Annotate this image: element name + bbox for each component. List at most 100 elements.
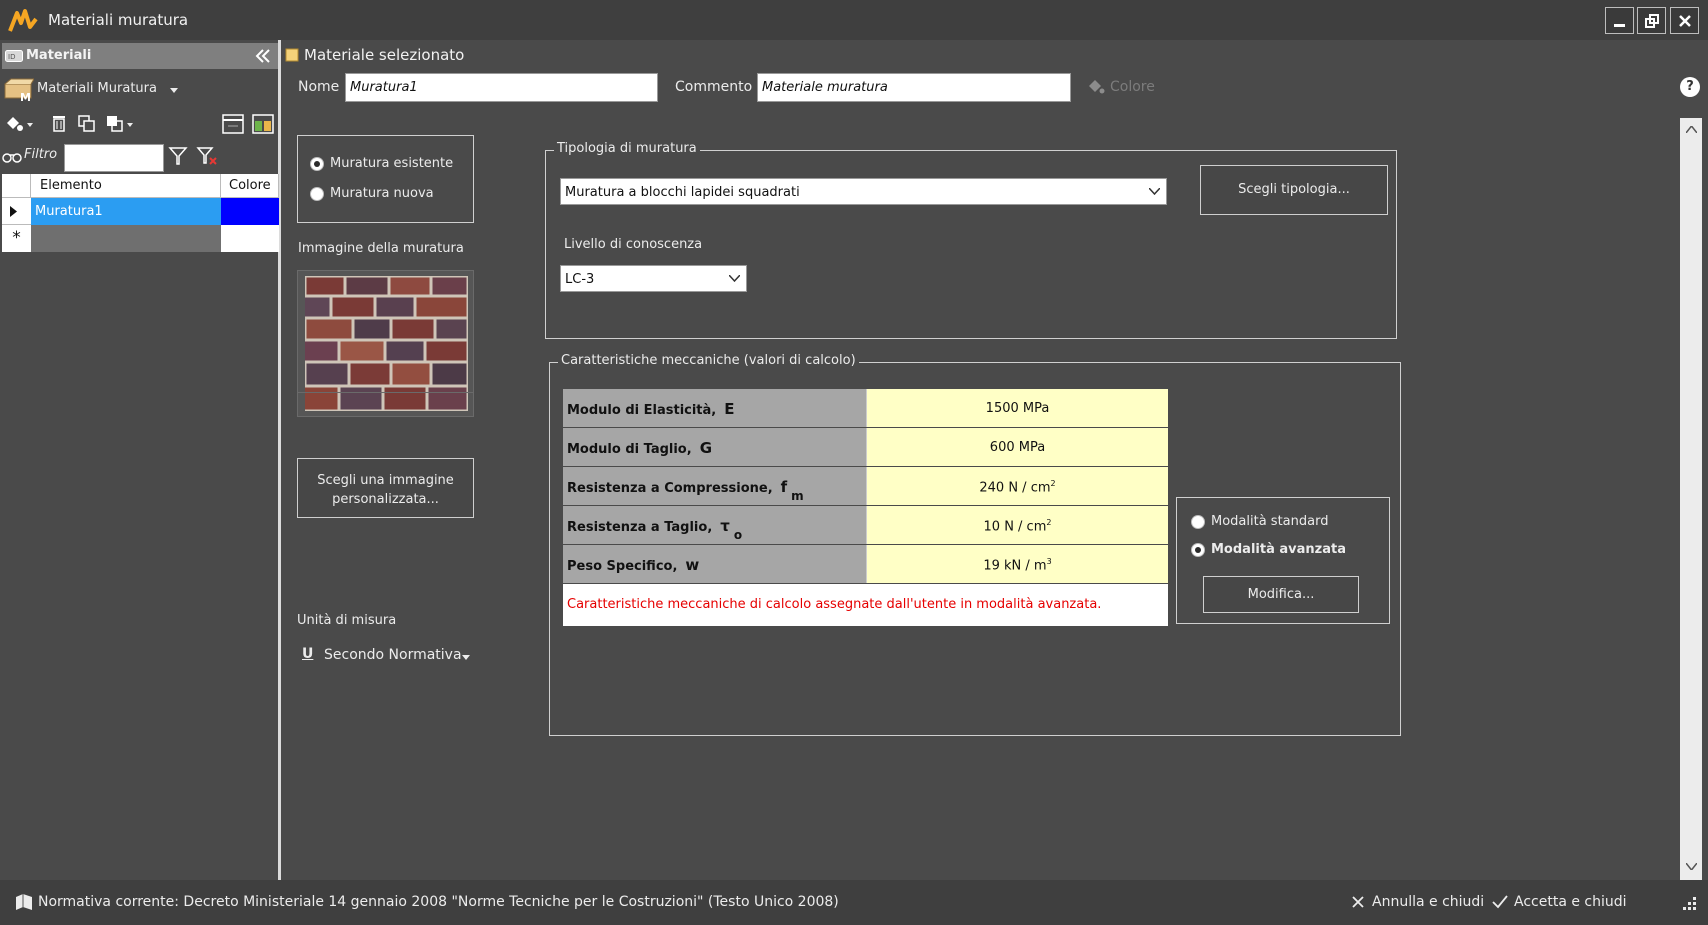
radio-modalita-standard[interactable] xyxy=(1191,515,1205,529)
vertical-scrollbar[interactable] xyxy=(1680,118,1702,880)
close-icon xyxy=(1679,15,1691,27)
filter-input[interactable] xyxy=(64,144,164,172)
property-value[interactable]: 600 MPa xyxy=(866,428,1168,466)
title-bar: Materiali muratura xyxy=(0,0,1708,40)
mechanical-group-title: Caratteristiche meccaniche (valori di ca… xyxy=(558,353,859,368)
accept-close-button[interactable]: Accetta e chiudi xyxy=(1490,892,1630,914)
binoculars-icon xyxy=(2,153,22,163)
paint-bucket-icon[interactable] xyxy=(4,114,34,134)
image-label: Immagine della muratura xyxy=(298,241,464,256)
units-value: Secondo Normativa xyxy=(324,647,462,663)
tipologia-group: Tipologia di muratura Muratura a blocchi… xyxy=(545,141,1397,339)
close-button[interactable] xyxy=(1670,7,1699,34)
paste-icon[interactable] xyxy=(106,115,136,133)
copy-icon[interactable] xyxy=(78,115,96,133)
units-selector[interactable]: U Secondo Normativa xyxy=(302,644,482,668)
knowledge-label: Livello di conoscenza xyxy=(564,237,703,252)
table-row: Peso Specifico, w 19 kN / m3 xyxy=(563,545,1168,584)
new-row-color[interactable] xyxy=(221,225,279,252)
chevron-down-icon xyxy=(729,275,740,282)
label-modalita-standard: Modalità standard xyxy=(1211,514,1329,529)
property-value[interactable]: 19 kN / m3 xyxy=(866,545,1168,583)
filter-icon[interactable] xyxy=(168,146,188,166)
svg-text:ID: ID xyxy=(8,53,15,61)
status-bar: Normativa corrente: Decreto Ministeriale… xyxy=(0,880,1708,925)
delete-icon[interactable] xyxy=(51,114,67,132)
materials-panel-header: ID Materiali xyxy=(2,43,278,69)
detail-view-icon[interactable] xyxy=(252,114,274,134)
minimize-button[interactable] xyxy=(1605,7,1634,34)
grid-view-icon[interactable] xyxy=(222,114,244,134)
units-icon: U xyxy=(302,646,314,662)
tipologia-selected: Muratura a blocchi lapidei squadrati xyxy=(565,185,800,200)
scroll-up-icon[interactable] xyxy=(1686,126,1697,133)
radio-muratura-nuova[interactable] xyxy=(310,187,324,201)
section-title: Materiale selezionato xyxy=(304,46,465,64)
property-name: Modulo di Elasticità, E xyxy=(563,389,866,427)
name-input[interactable]: Muratura1 xyxy=(345,73,658,102)
label-muratura-nuova: Muratura nuova xyxy=(330,186,434,201)
mechanical-table: Modulo di Elasticità, E 1500 MPa Modulo d… xyxy=(563,389,1168,626)
label-muratura-esistente: Muratura esistente xyxy=(330,156,454,171)
masonry-library-icon: M xyxy=(4,78,34,102)
table-row-color[interactable] xyxy=(221,198,279,225)
scroll-down-icon[interactable] xyxy=(1686,863,1697,870)
current-row-arrow-icon xyxy=(10,206,17,217)
cancel-close-button[interactable]: Annulla e chiudi xyxy=(1350,892,1488,914)
help-icon[interactable]: ? xyxy=(1680,77,1700,97)
table-row: Modulo di Elasticità, E 1500 MPa xyxy=(563,389,1168,428)
mechanical-note: Caratteristiche meccaniche di calcolo as… xyxy=(563,584,1168,626)
color-bucket-icon xyxy=(1089,80,1105,94)
materials-panel: ID Materiali M Materiali Muratura Filtro… xyxy=(0,40,281,880)
new-row-name[interactable] xyxy=(31,225,221,252)
chevron-down-icon xyxy=(170,88,178,93)
id-tag-icon: ID xyxy=(5,50,23,62)
masonry-image-frame xyxy=(297,270,474,417)
restore-icon xyxy=(1645,14,1659,28)
color-label[interactable]: Colore xyxy=(1110,79,1155,95)
table-row-name[interactable]: Muratura1 xyxy=(31,198,221,225)
restore-button[interactable] xyxy=(1637,7,1666,34)
property-name: Modulo di Taglio, G xyxy=(563,428,866,466)
units-label: Unità di misura xyxy=(297,613,397,628)
filter-label: Filtro xyxy=(24,147,58,162)
choose-tipologia-button[interactable]: Scegli tipologia... xyxy=(1200,165,1388,215)
close-icon xyxy=(1352,896,1364,908)
name-label: Nome xyxy=(298,79,340,95)
knowledge-dropdown[interactable]: LC-3 xyxy=(560,265,747,292)
resize-grip-icon[interactable] xyxy=(1680,896,1698,914)
label-modalita-avanzata: Modalità avanzata xyxy=(1211,542,1346,557)
property-value[interactable]: 10 N / cm2 xyxy=(866,506,1168,544)
book-icon xyxy=(16,894,32,910)
minimize-icon xyxy=(1614,24,1625,27)
new-row-marker[interactable]: * xyxy=(2,225,31,252)
property-name: Peso Specifico, w xyxy=(563,545,866,583)
column-header-colore[interactable]: Colore xyxy=(221,174,279,198)
tipologia-group-title: Tipologia di muratura xyxy=(554,141,700,156)
comment-label: Commento xyxy=(675,79,753,95)
table-row: Resistenza a Taglio, τ o 10 N / cm2 xyxy=(563,506,1168,545)
normativa-text: Normativa corrente: Decreto Ministeriale… xyxy=(38,894,839,910)
property-name: Resistenza a Compressione, f m xyxy=(563,467,866,505)
row-selector[interactable] xyxy=(2,198,31,225)
mode-group: Modalità standard Modalità avanzata Modi… xyxy=(1176,497,1390,624)
brick-texture-image xyxy=(305,276,468,411)
custom-image-button[interactable]: Scegli una immagine personalizzata... xyxy=(297,458,474,518)
svg-text:M: M xyxy=(20,91,31,102)
column-header-elemento[interactable]: Elemento xyxy=(31,174,221,198)
chevron-down-icon xyxy=(1149,188,1160,195)
materials-grid: Elemento Colore Muratura1 * xyxy=(2,174,279,292)
collapse-panel-icon[interactable] xyxy=(254,47,272,65)
library-label: Materiali Muratura xyxy=(37,81,157,96)
property-value[interactable]: 1500 MPa xyxy=(866,389,1168,427)
table-row: Modulo di Taglio, G 600 MPa xyxy=(563,428,1168,467)
clear-filter-icon[interactable] xyxy=(196,146,218,166)
radio-modalita-avanzata[interactable] xyxy=(1191,543,1205,557)
library-selector[interactable]: M Materiali Muratura xyxy=(4,76,204,102)
modify-button[interactable]: Modifica... xyxy=(1203,576,1359,613)
comment-input[interactable]: Materiale muratura xyxy=(757,73,1071,102)
property-value[interactable]: 240 N / cm2 xyxy=(866,467,1168,505)
masonry-state-group: Muratura esistente Muratura nuova xyxy=(297,135,474,223)
tipologia-dropdown[interactable]: Muratura a blocchi lapidei squadrati xyxy=(560,178,1167,205)
radio-muratura-esistente[interactable] xyxy=(310,157,324,171)
